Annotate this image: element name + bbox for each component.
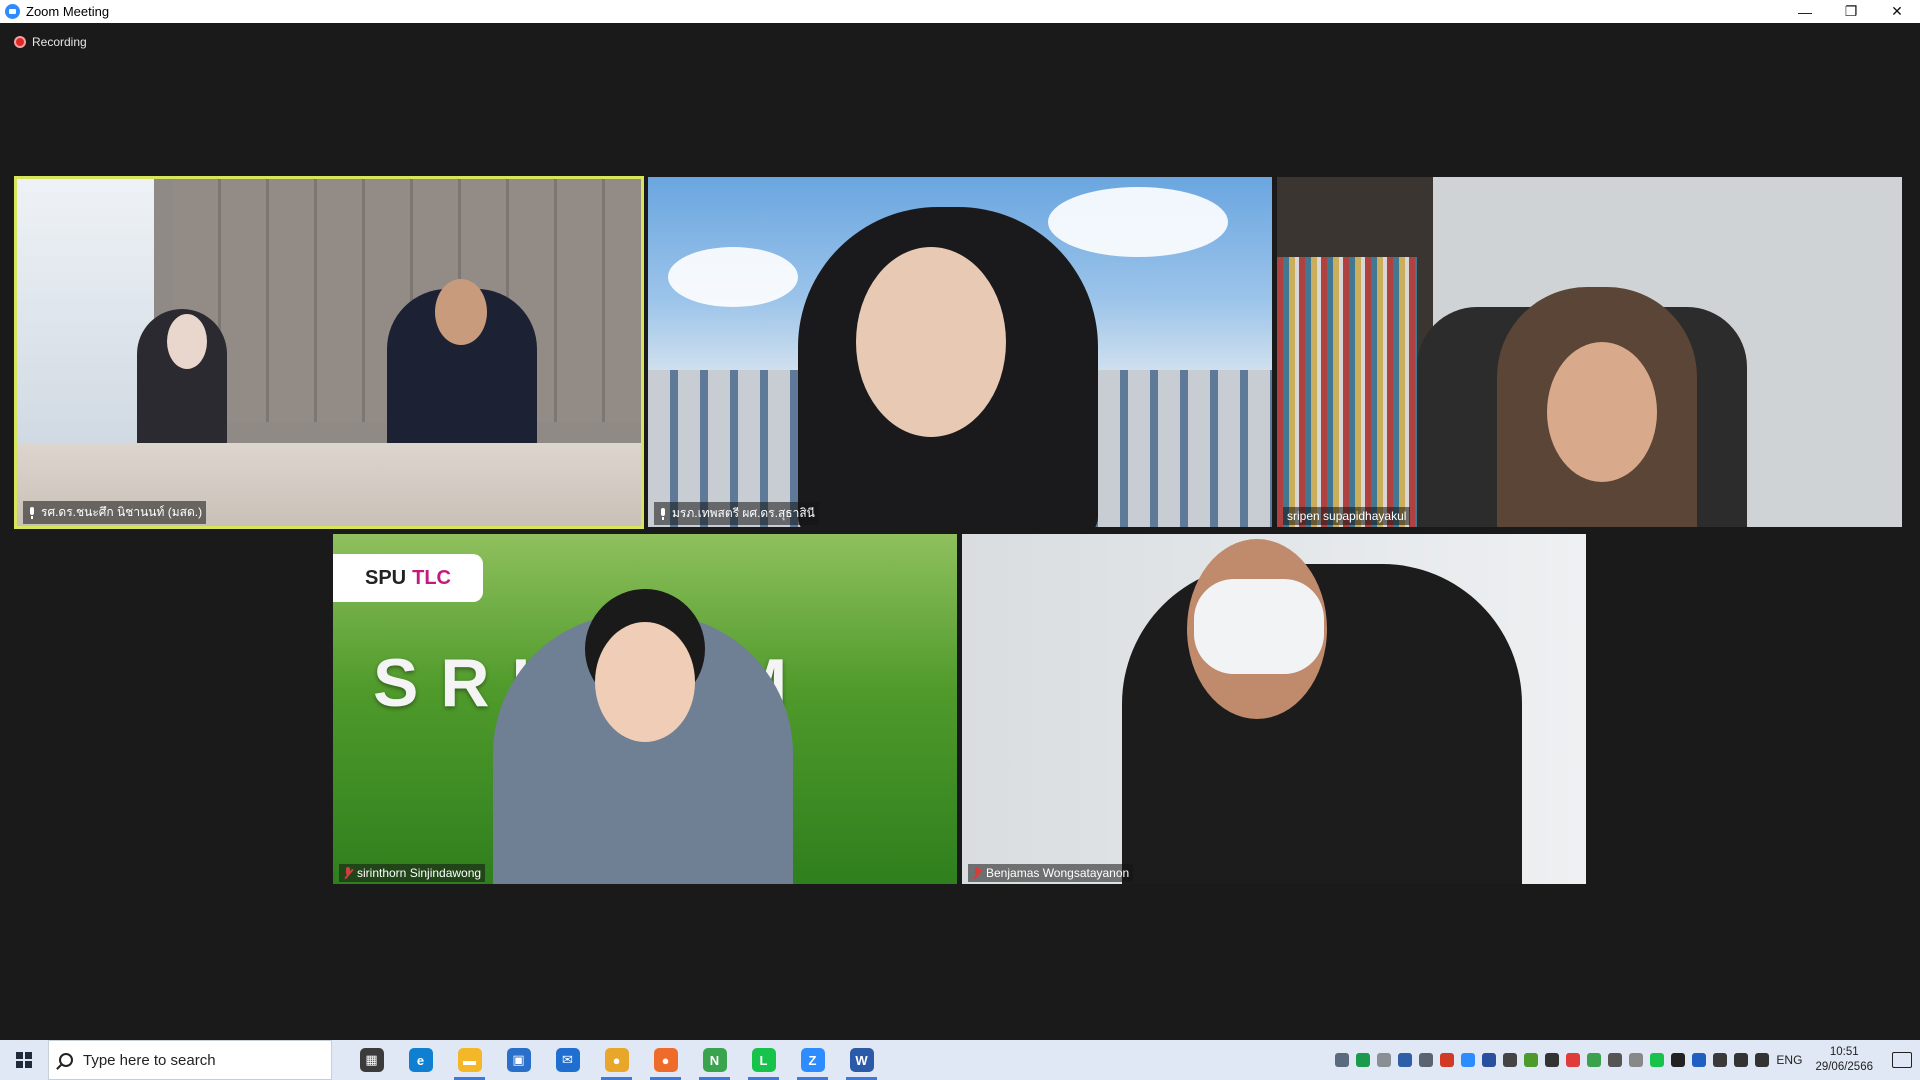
- mail-icon: ✉: [555, 1048, 580, 1072]
- start-button[interactable]: [0, 1040, 48, 1080]
- tray-app-icon[interactable]: [1545, 1053, 1560, 1067]
- tray-app-icon[interactable]: [1377, 1053, 1392, 1067]
- nvidia-icon[interactable]: [1524, 1053, 1539, 1067]
- recording-indicator[interactable]: Recording: [14, 35, 87, 49]
- title-bar: Zoom Meeting — ❐ ✕: [0, 0, 1920, 23]
- search-placeholder: Type here to search: [83, 1051, 216, 1069]
- chrome-taskbar-button[interactable]: ●: [593, 1040, 640, 1080]
- tray-app-icon[interactable]: [1503, 1053, 1518, 1067]
- line-taskbar-button[interactable]: L: [740, 1040, 787, 1080]
- recording-label: Recording: [32, 35, 87, 49]
- word-taskbar-button[interactable]: W: [838, 1040, 885, 1080]
- participant-name-tag: Benjamas Wongsatayanon: [968, 864, 1134, 882]
- office-window: [17, 179, 155, 457]
- clock-date: 29/06/2566: [1815, 1061, 1873, 1073]
- volume-icon[interactable]: [1755, 1053, 1770, 1067]
- tray-app-icon[interactable]: [1440, 1053, 1455, 1067]
- zoom-icon: Z: [800, 1048, 825, 1072]
- bookshelf: [1277, 257, 1417, 527]
- close-button[interactable]: ✕: [1874, 0, 1920, 23]
- taskbar-search[interactable]: Type here to search: [48, 1040, 332, 1080]
- cloud: [1048, 187, 1228, 257]
- microphone-icon[interactable]: [1671, 1053, 1686, 1067]
- search-icon: [59, 1053, 73, 1067]
- clock[interactable]: 10:51 29/06/2566: [1815, 1045, 1873, 1075]
- file-explorer-icon: ▬: [457, 1048, 482, 1072]
- zoom-tray-icon[interactable]: [1461, 1053, 1476, 1067]
- participant-face: [595, 622, 695, 742]
- task-view-taskbar-button[interactable]: ▦: [348, 1040, 395, 1080]
- store-taskbar-button[interactable]: ▣: [495, 1040, 542, 1080]
- muted-mic-icon: [972, 867, 982, 879]
- mail-taskbar-button[interactable]: ✉: [544, 1040, 591, 1080]
- clock-time: 10:51: [1829, 1046, 1859, 1058]
- participant-face-a: [167, 314, 207, 369]
- video-tile-3[interactable]: sripen supapidhayakul: [1277, 177, 1902, 527]
- participant-name: มรภ.เทพสตรี ผศ.ดร.สุธาสินี: [672, 506, 815, 520]
- file-explorer-taskbar-button[interactable]: ▬: [446, 1040, 493, 1080]
- maximize-button[interactable]: ❐: [1828, 0, 1874, 23]
- face-mask: [1194, 579, 1324, 674]
- chrome-profile-taskbar-button[interactable]: N: [691, 1040, 738, 1080]
- pin-icon: [658, 507, 668, 520]
- participant-name-tag: มรภ.เทพสตรี ผศ.ดร.สุธาสินี: [654, 502, 819, 525]
- participant-face-b: [435, 279, 487, 345]
- chrome-profile-icon: N: [702, 1048, 727, 1072]
- tray-app-icon[interactable]: [1482, 1053, 1497, 1067]
- battery-icon[interactable]: [1629, 1053, 1644, 1067]
- participant-name-tag: sirinthorn Sinjindawong: [339, 864, 486, 882]
- video-tile-1[interactable]: รศ.ดร.ชนะศึก นิชานนท์ (มสด.): [14, 176, 644, 529]
- notification-icon[interactable]: [1892, 1052, 1912, 1068]
- participant-name: Benjamas Wongsatayanon: [986, 866, 1130, 880]
- wifi-icon[interactable]: [1734, 1053, 1749, 1067]
- tray-app-icon[interactable]: [1587, 1053, 1602, 1067]
- chrome-icon: ●: [604, 1048, 629, 1072]
- taskbar: Type here to search ▦ e ▬ ▣ ✉ ● ● N L Z W ENG 10:5…: [0, 1040, 1920, 1080]
- task-view-icon: ▦: [359, 1048, 384, 1072]
- recording-icon: [14, 36, 26, 48]
- bluetooth-icon[interactable]: [1692, 1053, 1707, 1067]
- tray-app-icon[interactable]: [1356, 1053, 1371, 1067]
- participant-name-tag: รศ.ดร.ชนะศึก นิชานนท์ (มสด.): [23, 501, 207, 524]
- zoom-taskbar-button[interactable]: Z: [789, 1040, 836, 1080]
- tray-app-icon[interactable]: [1608, 1053, 1623, 1067]
- cloud: [668, 247, 798, 307]
- line-tray-icon[interactable]: [1650, 1053, 1665, 1067]
- video-tile-2[interactable]: มรภ.เทพสตรี ผศ.ดร.สุธาสินี: [648, 177, 1272, 527]
- participant-name: sirinthorn Sinjindawong: [357, 866, 482, 880]
- zoom-app-icon: [5, 4, 20, 19]
- edge-taskbar-button[interactable]: e: [397, 1040, 444, 1080]
- security-icon[interactable]: [1713, 1053, 1728, 1067]
- video-tile-5[interactable]: Benjamas Wongsatayanon: [962, 534, 1586, 884]
- edge-icon: e: [408, 1048, 433, 1072]
- participant-name: sripen supapidhayakul: [1287, 509, 1407, 523]
- participant-name: รศ.ดร.ชนะศึก นิชานนท์ (มสด.): [41, 505, 203, 519]
- window-controls: — ❐ ✕: [1782, 0, 1920, 23]
- minimize-button[interactable]: —: [1782, 0, 1828, 23]
- tray-app-icon[interactable]: [1398, 1053, 1413, 1067]
- muted-mic-icon: [343, 867, 353, 879]
- system-tray: ENG 10:51 29/06/2566: [1335, 1040, 1920, 1080]
- firefox-icon: ●: [653, 1048, 678, 1072]
- video-tile-4[interactable]: SPUTLC SRIP UM sirinthorn Sinjindawong: [333, 534, 957, 884]
- participant-name-tag: sripen supapidhayakul: [1283, 507, 1411, 525]
- language-indicator[interactable]: ENG: [1776, 1053, 1802, 1067]
- tray-app-icon[interactable]: [1335, 1053, 1350, 1067]
- participant-face: [856, 247, 1006, 437]
- store-icon: ▣: [506, 1048, 531, 1072]
- tray-app-icon[interactable]: [1566, 1053, 1581, 1067]
- line-icon: L: [751, 1048, 776, 1072]
- participant-face: [1547, 342, 1657, 482]
- firefox-taskbar-button[interactable]: ●: [642, 1040, 689, 1080]
- spu-tlc-logo: SPU TLC: [333, 554, 483, 602]
- tray-app-icon[interactable]: [1419, 1053, 1434, 1067]
- taskbar-apps: ▦ e ▬ ▣ ✉ ● ● N L Z W: [348, 1040, 885, 1080]
- pin-icon: [27, 506, 37, 519]
- window-title: Zoom Meeting: [26, 4, 110, 19]
- word-icon: W: [849, 1048, 874, 1072]
- windows-icon: [16, 1052, 32, 1068]
